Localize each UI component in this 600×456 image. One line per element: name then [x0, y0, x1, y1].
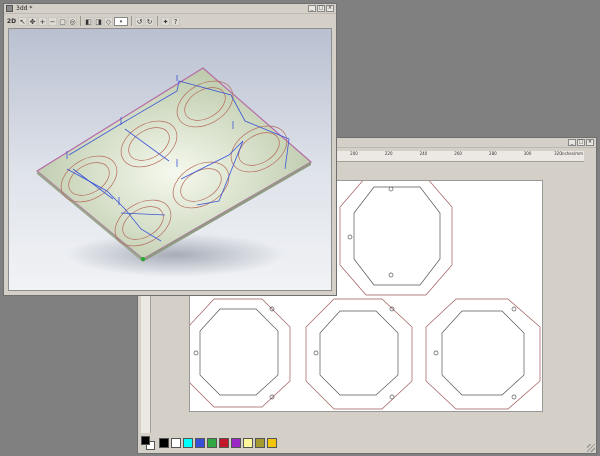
resize-grip[interactable]: [587, 444, 595, 452]
part-outer-outline: [187, 298, 291, 408]
toolbar-separator: [131, 16, 132, 26]
close-button[interactable]: ×: [326, 5, 334, 12]
mode-2d-toggle[interactable]: 2D: [6, 17, 17, 26]
mounting-hole: [511, 306, 517, 312]
origin-marker: [141, 257, 145, 261]
mounting-hole: [388, 186, 394, 192]
view-3d-window[interactable]: 3dd * _ □ × 2D ↖ ✥ + − ▢ ◎ ◧ ◨ ◇ ▾ ↺ ↻ ✦…: [3, 3, 337, 296]
3d-viewport[interactable]: [8, 28, 332, 291]
part-inner-outline: [441, 310, 525, 396]
zoom-out-icon[interactable]: −: [48, 16, 57, 26]
part-outer-outline: [339, 176, 453, 296]
move-icon[interactable]: ✥: [28, 16, 37, 26]
toolbar-separator: [80, 16, 81, 26]
sheet-surface: [35, 67, 313, 260]
zoom-fit-icon[interactable]: ◎: [68, 16, 77, 26]
color-swatch-cyan[interactable]: [183, 438, 193, 448]
color-swatch-blue[interactable]: [195, 438, 205, 448]
mounting-hole: [269, 394, 275, 400]
view-3d-titlebar[interactable]: 3dd * _ □ ×: [4, 4, 336, 14]
part-inner-outline: [353, 186, 441, 286]
mounting-hole: [433, 350, 439, 356]
view-front-icon[interactable]: ◧: [84, 16, 93, 26]
minimize-button[interactable]: _: [308, 5, 316, 12]
ruler-tick: 300: [523, 151, 532, 156]
part-inner-outline: [199, 308, 279, 396]
part-outer-outline: [425, 298, 541, 410]
toolbar-separator: [157, 16, 158, 26]
app-icon: [6, 5, 13, 12]
color-swatch-black[interactable]: [159, 438, 169, 448]
color-swatch-green[interactable]: [207, 438, 217, 448]
ruler-unit-label: inches/mm: [560, 151, 583, 156]
color-swatch-olive[interactable]: [255, 438, 265, 448]
3d-sheet-render: [35, 67, 313, 277]
minimize-button[interactable]: _: [568, 139, 576, 146]
view-3d-toolbar: 2D ↖ ✥ + − ▢ ◎ ◧ ◨ ◇ ▾ ↺ ↻ ✦ ?: [4, 14, 336, 28]
mounting-hole: [388, 272, 394, 278]
ruler-tick: 200: [350, 151, 358, 156]
maximize-button[interactable]: □: [577, 139, 585, 146]
window-title: 3dd *: [16, 5, 33, 12]
part-inner-outline: [319, 310, 399, 396]
mounting-hole: [193, 350, 199, 356]
maximize-button[interactable]: □: [317, 5, 325, 12]
view-iso-icon[interactable]: ◇: [104, 16, 113, 26]
color-swatch-gold[interactable]: [267, 438, 277, 448]
color-swatch-purple[interactable]: [231, 438, 241, 448]
mounting-hole: [511, 394, 517, 400]
view-top-icon[interactable]: ◨: [94, 16, 103, 26]
mounting-hole: [389, 394, 395, 400]
mounting-hole: [313, 350, 319, 356]
foreground-color-swatch[interactable]: [141, 436, 150, 445]
part-outer-outline: [305, 298, 413, 410]
mounting-hole: [347, 234, 353, 240]
close-button[interactable]: ×: [586, 139, 594, 146]
pointer-icon[interactable]: ↖: [18, 16, 27, 26]
help-icon[interactable]: ?: [171, 16, 180, 26]
fg-bg-color-selector[interactable]: [141, 436, 155, 450]
zoom-window-icon[interactable]: ▢: [58, 16, 67, 26]
light-icon[interactable]: ✦: [161, 16, 170, 26]
ruler-tick: 220: [384, 151, 393, 156]
color-palette: [141, 436, 277, 450]
color-swatch-light-yellow[interactable]: [243, 438, 253, 448]
zoom-in-icon[interactable]: +: [38, 16, 47, 26]
ruler-tick: 260: [454, 151, 462, 156]
mounting-hole: [389, 306, 395, 312]
color-swatch-white[interactable]: [171, 438, 181, 448]
rotate-right-icon[interactable]: ↻: [145, 16, 154, 26]
color-swatch-red[interactable]: [219, 438, 229, 448]
rotate-left-icon[interactable]: ↺: [135, 16, 144, 26]
ruler-tick: 240: [419, 151, 428, 156]
view-select-icon[interactable]: ▾: [114, 16, 128, 26]
ruler-tick: 280: [489, 151, 497, 156]
